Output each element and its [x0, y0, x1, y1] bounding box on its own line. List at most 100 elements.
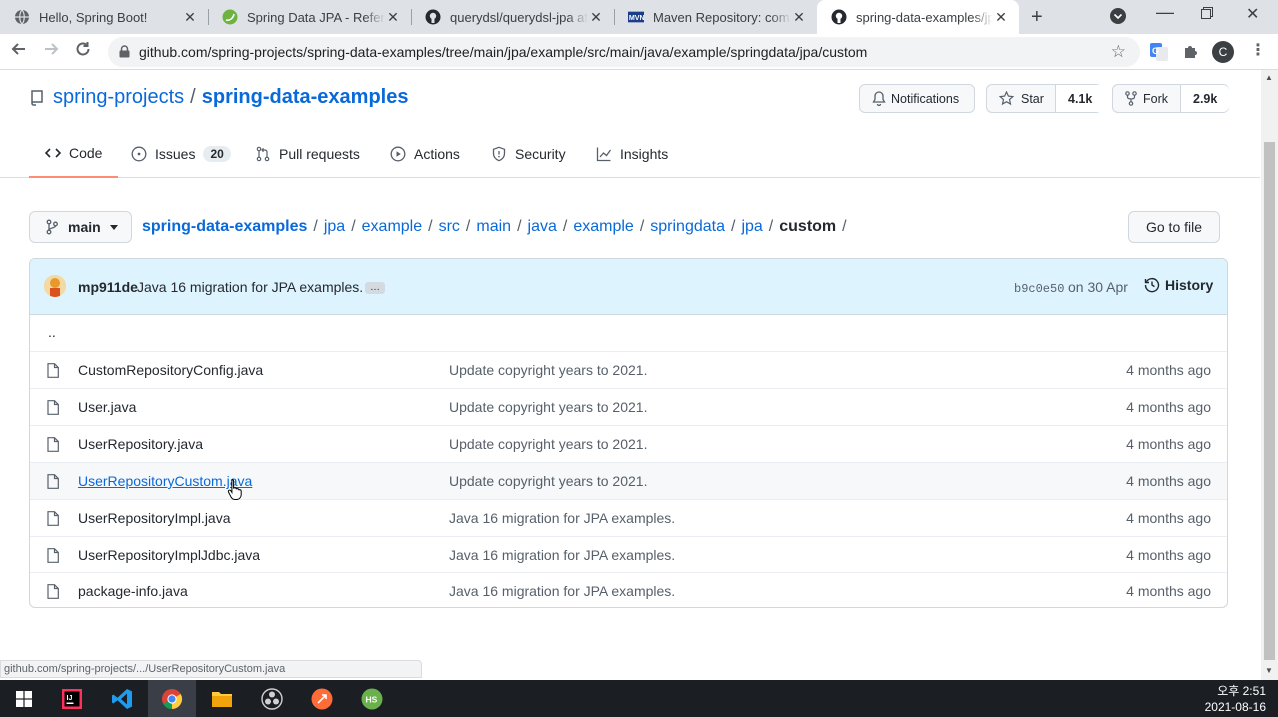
- taskbar-heidisql[interactable]: HS: [348, 680, 396, 717]
- windows-start-button[interactable]: [0, 680, 48, 717]
- taskbar-obs[interactable]: [248, 680, 296, 717]
- taskbar-intellij[interactable]: IJ: [48, 680, 96, 717]
- star-button[interactable]: Star 4.1k: [986, 84, 1105, 113]
- breadcrumb-link[interactable]: main: [476, 218, 511, 235]
- file-commit-message[interactable]: Java 16 migration for JPA examples.: [449, 583, 675, 599]
- repo-owner-link[interactable]: spring-projects: [53, 86, 184, 109]
- latest-commit-bar: mp911de Java 16 migration for JPA exampl…: [30, 259, 1227, 315]
- tab-maven-repository[interactable]: MVN Maven Repository: com.q ✕: [614, 0, 817, 34]
- file-commit-message[interactable]: Update copyright years to 2021.: [449, 362, 647, 378]
- commit-sha[interactable]: b9c0e50: [1014, 282, 1064, 296]
- tab-insights[interactable]: Insights: [596, 130, 668, 178]
- fork-button[interactable]: Fork 2.9k: [1112, 84, 1230, 113]
- reload-button[interactable]: [74, 40, 92, 63]
- close-icon[interactable]: ✕: [385, 9, 401, 25]
- taskbar-chrome[interactable]: [148, 680, 196, 717]
- page-scrollbar[interactable]: ▲ ▼: [1261, 70, 1278, 680]
- fork-count[interactable]: 2.9k: [1180, 85, 1230, 112]
- breadcrumb-link[interactable]: jpa: [324, 218, 345, 235]
- file-commit-message[interactable]: Update copyright years to 2021.: [449, 436, 647, 452]
- scroll-down-arrow-icon[interactable]: ▼: [1265, 666, 1273, 675]
- tab-security[interactable]: Security: [491, 130, 566, 178]
- commit-author[interactable]: mp911de: [78, 279, 138, 295]
- restore-button[interactable]: [1201, 6, 1213, 23]
- commit-message[interactable]: Java 16 migration for JPA examples.: [137, 279, 363, 295]
- tab-code[interactable]: Code: [29, 130, 119, 178]
- table-row[interactable]: User.java Update copyright years to 2021…: [30, 388, 1227, 425]
- taskbar-vscode[interactable]: [98, 680, 146, 717]
- tab-security-label: Security: [515, 146, 566, 162]
- chrome-menu-icon[interactable]: ⋮: [1250, 40, 1266, 60]
- go-to-file-button[interactable]: Go to file: [1128, 211, 1220, 243]
- breadcrumb-link[interactable]: jpa: [741, 218, 762, 235]
- file-name-link[interactable]: package-info.java: [78, 583, 188, 599]
- file-name-link[interactable]: User.java: [78, 399, 136, 415]
- lock-icon[interactable]: [119, 45, 130, 63]
- window-close-button[interactable]: ✕: [1246, 4, 1259, 24]
- taskbar-postman[interactable]: [298, 680, 346, 717]
- tab-pull-requests[interactable]: Pull requests: [255, 130, 360, 178]
- tab-spring-data-jpa[interactable]: Spring Data JPA - Reference ✕: [208, 0, 411, 34]
- new-tab-button[interactable]: +: [1031, 6, 1043, 29]
- table-row[interactable]: package-info.java Java 16 migration for …: [30, 572, 1227, 607]
- close-icon[interactable]: ✕: [993, 9, 1009, 25]
- file-name-link[interactable]: CustomRepositoryConfig.java: [78, 362, 263, 378]
- file-commit-message[interactable]: Java 16 migration for JPA examples.: [449, 547, 675, 563]
- git-pull-request-icon: [255, 146, 271, 162]
- bookmark-star-icon[interactable]: ☆: [1111, 42, 1126, 62]
- file-name-link[interactable]: UserRepositoryImplJdbc.java: [78, 547, 260, 563]
- avatar[interactable]: [44, 275, 66, 297]
- table-row[interactable]: UserRepositoryImplJdbc.java Java 16 migr…: [30, 536, 1227, 573]
- repo-name-link[interactable]: spring-data-examples: [202, 86, 409, 109]
- parent-directory-row[interactable]: ..: [30, 315, 1227, 351]
- close-icon[interactable]: ✕: [791, 9, 807, 25]
- tab-querydsl[interactable]: querydsl/querydsl-jpa at ✕: [411, 0, 614, 34]
- close-icon[interactable]: ✕: [182, 9, 198, 25]
- close-icon[interactable]: ✕: [588, 9, 604, 25]
- file-name-link[interactable]: UserRepository.java: [78, 436, 203, 452]
- breadcrumb-link[interactable]: spring-data-examples: [142, 218, 307, 235]
- parent-directory-link[interactable]: ..: [48, 324, 56, 340]
- tab-search-button[interactable]: [1109, 7, 1127, 29]
- chevron-down-icon: [1110, 8, 1126, 24]
- scroll-up-arrow-icon[interactable]: ▲: [1265, 73, 1273, 82]
- file-name-link[interactable]: UserRepositoryImpl.java: [78, 510, 231, 526]
- extensions-puzzle-icon[interactable]: [1182, 42, 1200, 65]
- tab-spring-data-examples[interactable]: spring-data-examples/jpa ✕: [817, 0, 1019, 34]
- breadcrumb-link[interactable]: example: [573, 218, 633, 235]
- table-row[interactable]: UserRepositoryCustom.java Update copyrig…: [30, 462, 1227, 499]
- table-row[interactable]: UserRepositoryImpl.java Java 16 migratio…: [30, 499, 1227, 536]
- commit-expand-button[interactable]: …: [365, 282, 385, 294]
- taskbar-clock[interactable]: 오후 2:51 2021-08-16: [1205, 683, 1266, 715]
- breadcrumb-link[interactable]: example: [362, 218, 422, 235]
- table-row[interactable]: UserRepository.java Update copyright yea…: [30, 425, 1227, 462]
- translate-icon[interactable]: G: [1149, 42, 1169, 67]
- profile-avatar[interactable]: C: [1212, 41, 1234, 63]
- breadcrumb-link[interactable]: src: [439, 218, 460, 235]
- breadcrumb-link[interactable]: java: [528, 218, 557, 235]
- minimize-button[interactable]: —: [1156, 2, 1174, 23]
- table-row[interactable]: CustomRepositoryConfig.java Update copyr…: [30, 351, 1227, 388]
- file-commit-message[interactable]: Update copyright years to 2021.: [449, 473, 647, 489]
- url-text[interactable]: github.com/spring-projects/spring-data-e…: [139, 44, 867, 60]
- file-commit-message[interactable]: Update copyright years to 2021.: [449, 399, 647, 415]
- scrollbar-thumb[interactable]: [1264, 142, 1275, 660]
- repo-title: spring-projects / spring-data-examples: [30, 86, 408, 109]
- file-commit-message[interactable]: Java 16 migration for JPA examples.: [449, 510, 675, 526]
- breadcrumb-link[interactable]: springdata: [650, 218, 725, 235]
- taskbar-file-explorer[interactable]: [198, 680, 246, 717]
- notifications-button[interactable]: Notifications: [859, 84, 975, 113]
- breadcrumb-current: custom: [779, 218, 837, 235]
- history-link[interactable]: History: [1144, 277, 1213, 293]
- tab-title: Maven Repository: com.q: [653, 9, 791, 25]
- breadcrumb-separator: /: [313, 218, 318, 235]
- tab-actions[interactable]: Actions: [390, 130, 460, 178]
- maven-icon: MVN: [628, 9, 644, 25]
- back-button[interactable]: [10, 40, 28, 63]
- branch-select-button[interactable]: main: [29, 211, 132, 243]
- address-bar[interactable]: github.com/spring-projects/spring-data-e…: [108, 37, 1140, 67]
- forward-button[interactable]: [42, 40, 60, 63]
- tab-hello-spring-boot[interactable]: Hello, Spring Boot! ✕: [0, 0, 208, 34]
- star-count[interactable]: 4.1k: [1055, 85, 1105, 112]
- tab-issues[interactable]: Issues 20: [131, 130, 231, 178]
